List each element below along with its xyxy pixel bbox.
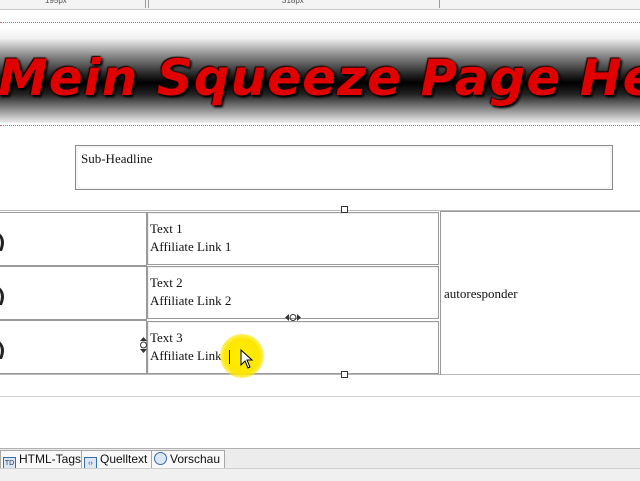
autoresponder-text: autoresponder (444, 286, 518, 301)
row-text: Text 1 (150, 221, 183, 236)
resize-handle-bottom[interactable] (341, 371, 348, 378)
column-resize-icon[interactable] (139, 336, 148, 354)
text-cell-3[interactable]: Text 3 Affiliate Link 3 (147, 321, 439, 374)
width-ruler: 195px 318px (0, 0, 640, 10)
image-cell-1[interactable] (0, 212, 147, 266)
image-cell-2[interactable] (0, 266, 147, 320)
text-caret (229, 350, 230, 364)
ruler-label-right: 318px (282, 0, 304, 5)
magnifier-icon (154, 452, 167, 465)
image-cell-3[interactable] (0, 320, 147, 374)
row-text: Text 3 (150, 330, 183, 345)
row-text: Text 2 (150, 275, 183, 290)
status-bar (0, 468, 640, 481)
mouse-pointer-icon (240, 349, 254, 369)
affiliate-link[interactable]: Affiliate Link 2 (150, 293, 231, 309)
content-bottom-line (0, 396, 640, 397)
text-cell-2[interactable]: Text 2 Affiliate Link 2 (147, 266, 439, 319)
subheadline-text: Sub-Headline (81, 151, 153, 166)
ruler-segment-left (0, 0, 146, 8)
autoresponder-cell[interactable]: autoresponder (440, 211, 640, 375)
scythe-icon (0, 233, 4, 251)
view-tabs-bar: TD HTML-Tags ‹› Quelltext Vorschau (0, 448, 640, 470)
ruler-label-left: 195px (45, 0, 67, 5)
text-cell-1[interactable]: Text 1 Affiliate Link 1 (147, 212, 439, 265)
tab-vorschau[interactable]: Vorschau (151, 450, 226, 469)
tab-html-tags[interactable]: TD HTML-Tags (0, 450, 87, 470)
header-title: Mein Squeeze Page Header (0, 49, 640, 107)
scythe-icon (0, 341, 4, 359)
row-resize-icon[interactable] (284, 313, 302, 322)
subheadline-cell[interactable]: Sub-Headline (75, 145, 613, 190)
table-border-top (0, 22, 640, 23)
header-banner[interactable]: Mein Squeeze Page Header (0, 27, 640, 123)
table-border-under-header (0, 125, 640, 126)
tab-quelltext[interactable]: ‹› Quelltext (81, 450, 153, 470)
affiliate-link[interactable]: Affiliate Link 1 (150, 239, 231, 255)
resize-handle-top[interactable] (341, 206, 348, 213)
scythe-icon (0, 287, 4, 305)
